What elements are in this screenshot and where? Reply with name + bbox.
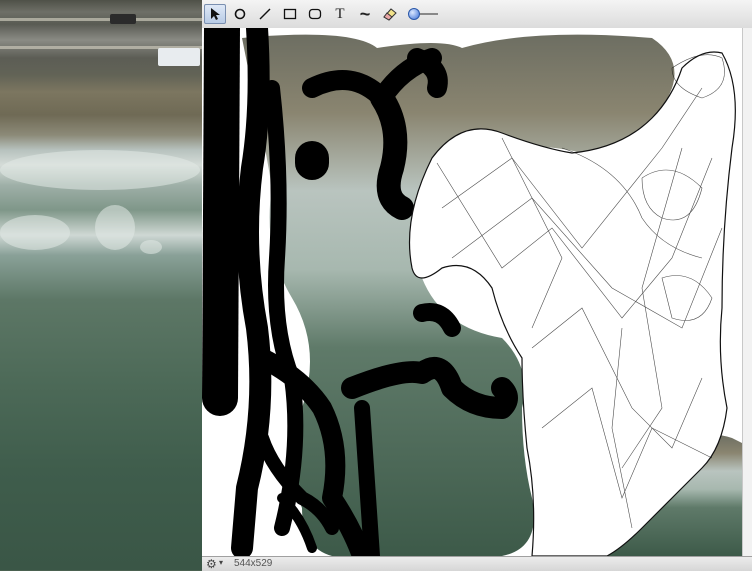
line-icon	[259, 8, 271, 20]
squiggle-icon: ~	[359, 3, 371, 24]
toolbar: T ~	[202, 0, 752, 29]
canvas-size-label: 544x529	[234, 558, 273, 569]
circle-icon	[234, 8, 246, 20]
eraser-icon	[383, 8, 397, 21]
line-tool-button[interactable]	[254, 4, 276, 24]
gear-icon[interactable]: ⚙	[206, 557, 217, 571]
drawing-window: T ~ ⚙ ▾ 544x529	[202, 0, 752, 571]
drawing-canvas[interactable]	[202, 28, 752, 556]
drawing-svg	[202, 28, 752, 556]
rectangle-icon	[283, 8, 297, 20]
freehand-tool-button[interactable]: ~	[354, 4, 376, 24]
vertical-scroll-area[interactable]	[742, 28, 752, 556]
text-tool-button[interactable]: T	[329, 4, 351, 24]
eraser-tool-button[interactable]	[379, 4, 401, 24]
select-tool-button[interactable]	[204, 4, 226, 24]
status-bar: ⚙ ▾ 544x529	[202, 556, 752, 571]
text-icon: T	[335, 5, 345, 22]
rectangle-tool-button[interactable]	[279, 4, 301, 24]
brush-size-slider-knob[interactable]	[407, 8, 420, 20]
arrow-pointer-icon	[211, 8, 220, 20]
chevron-down-icon[interactable]: ▾	[219, 558, 223, 567]
ellipse-tool-button[interactable]	[229, 4, 251, 24]
rounded-rectangle-tool-button[interactable]	[304, 4, 326, 24]
rounded-rectangle-icon	[308, 8, 322, 20]
